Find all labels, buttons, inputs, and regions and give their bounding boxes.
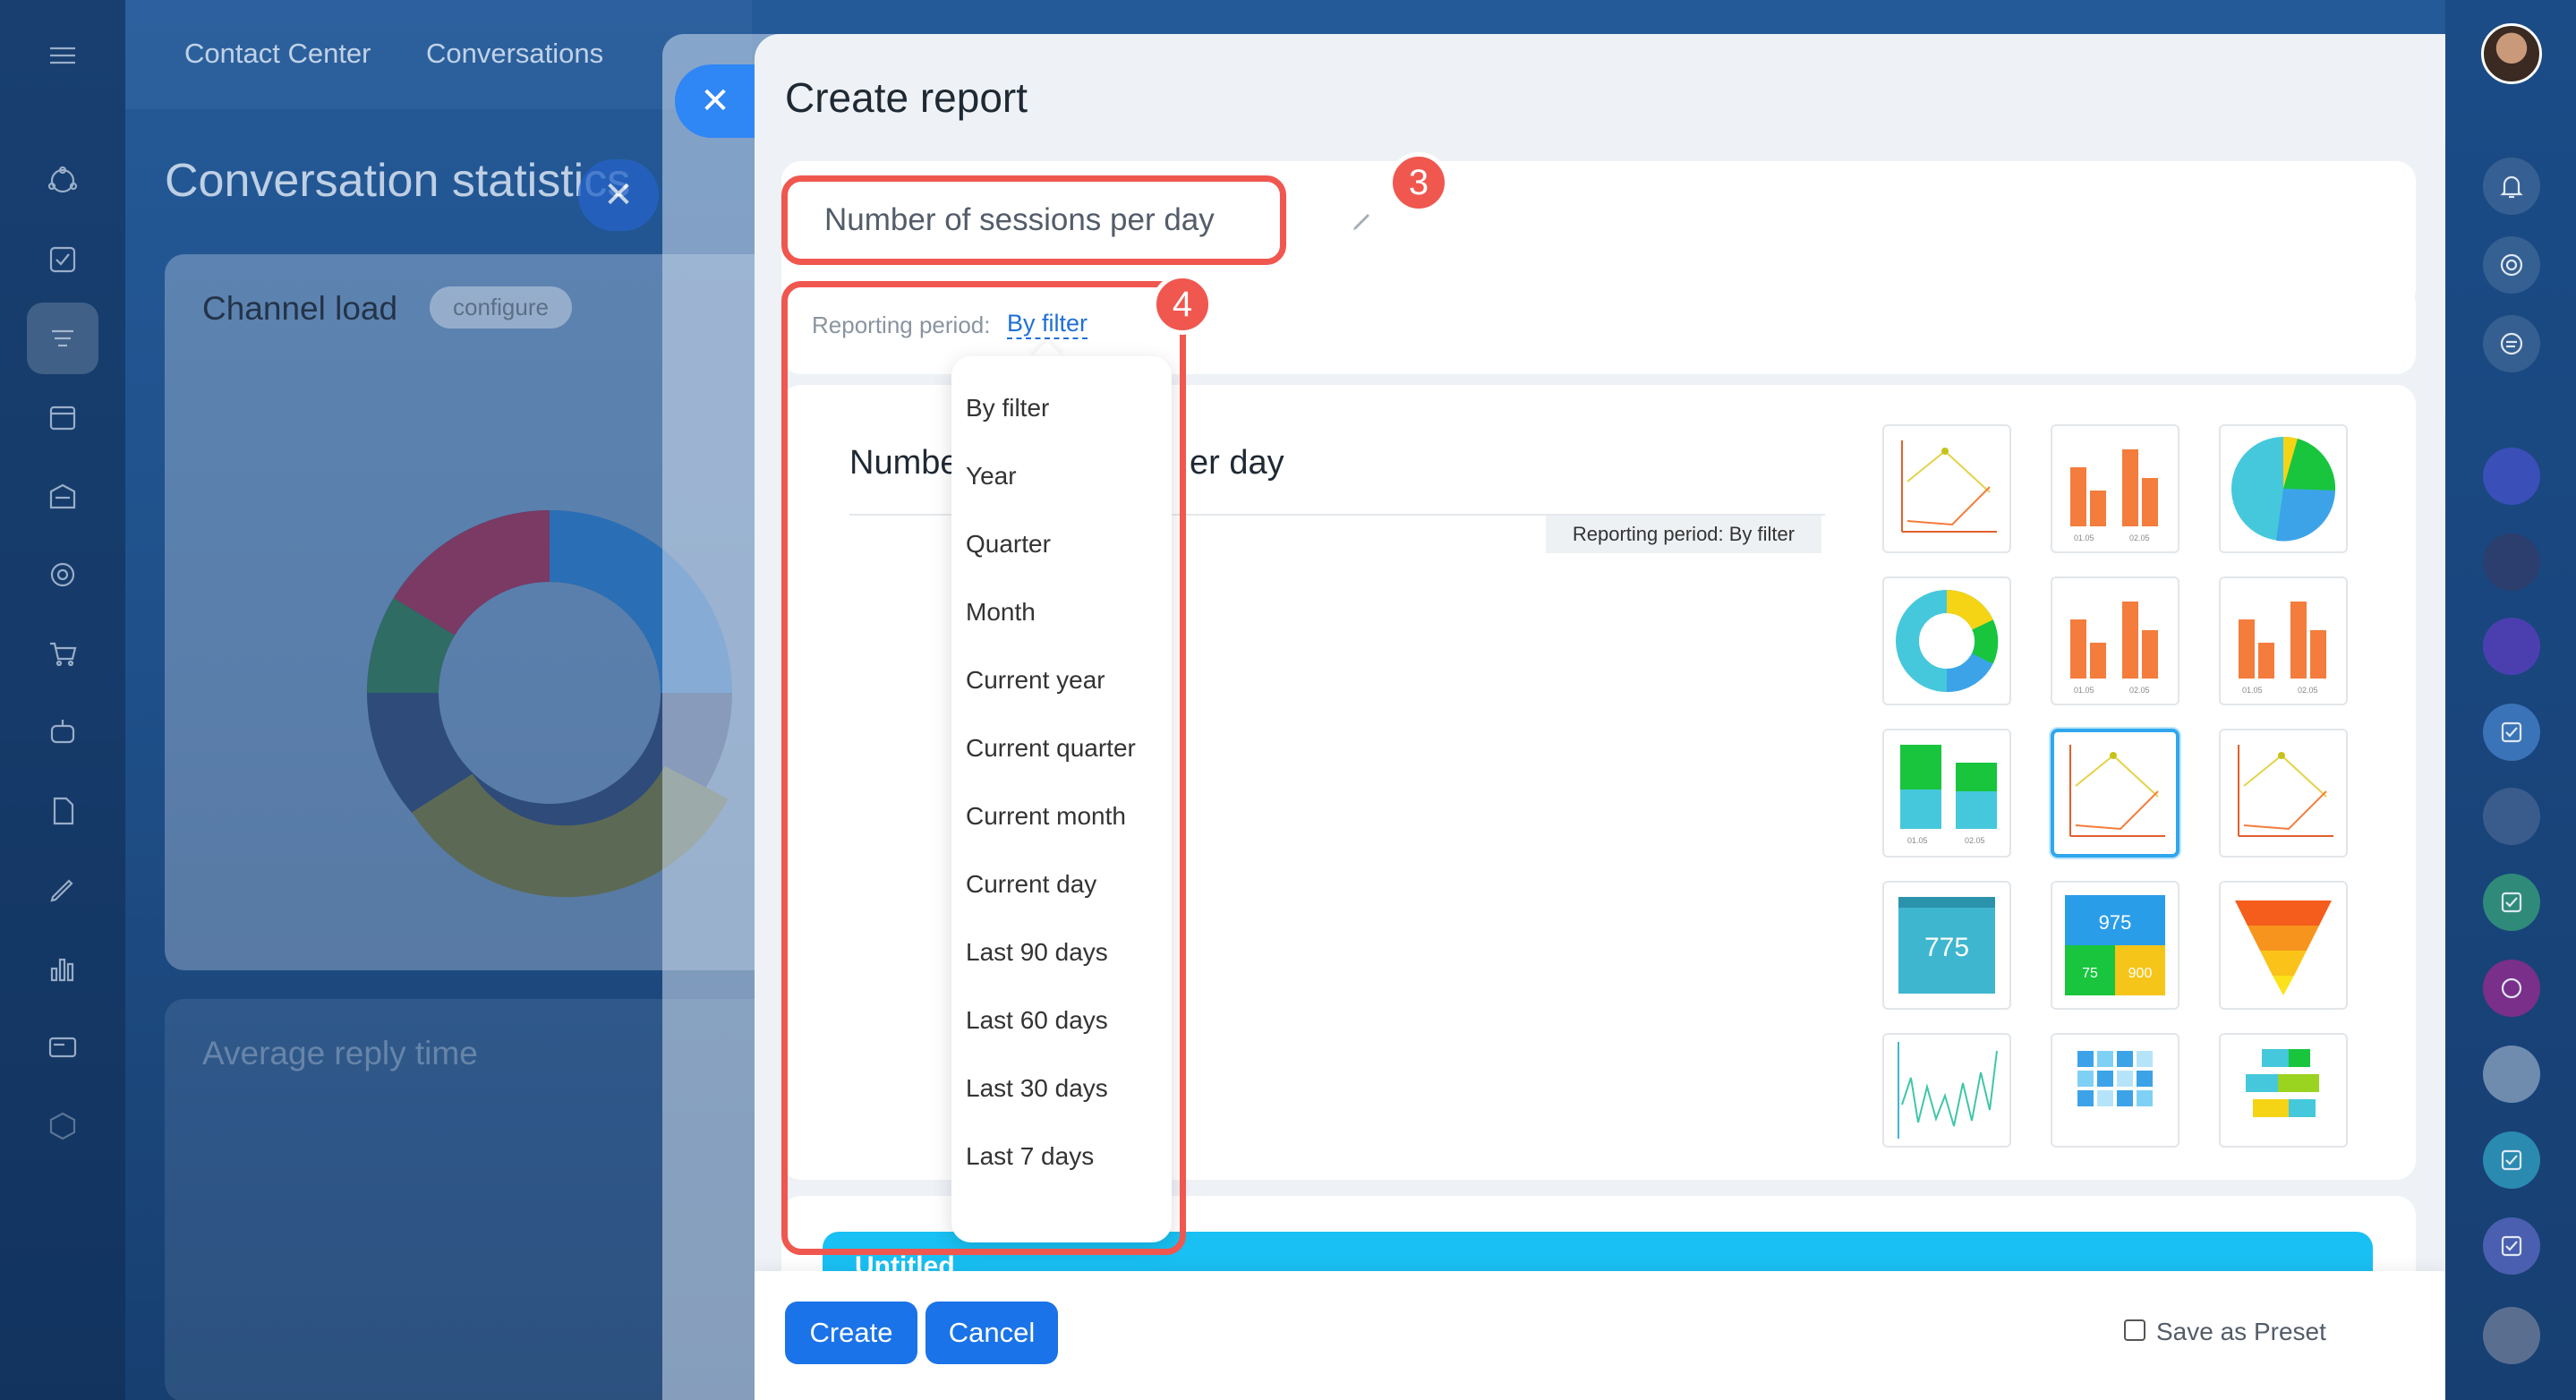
card-title: Average reply time: [202, 1035, 478, 1071]
chat-icon[interactable]: [2483, 315, 2540, 372]
configure-button[interactable]: configure: [430, 286, 572, 329]
widget-pie-chart[interactable]: [2219, 424, 2348, 553]
highlight-report-name: [781, 175, 1286, 265]
contact-avatar[interactable]: [2483, 448, 2540, 505]
widget-multi-number[interactable]: 975 75 900: [2051, 881, 2179, 1010]
calendar-icon[interactable]: [39, 394, 86, 440]
contact-avatar[interactable]: [2483, 618, 2540, 675]
create-button[interactable]: Create: [785, 1302, 917, 1364]
widget-bar-chart[interactable]: 01.05 02.05: [2051, 424, 2179, 553]
pencil-icon[interactable]: [1349, 208, 1376, 235]
svg-text:02.05: 02.05: [1965, 836, 1985, 845]
task-chat-icon[interactable]: [2483, 874, 2540, 931]
widget-line-chart-selected[interactable]: [2051, 729, 2179, 858]
save-preset-checkbox[interactable]: [2124, 1319, 2145, 1341]
shop-cart-icon[interactable]: [39, 630, 86, 677]
task-chat-icon[interactable]: [2483, 1131, 2540, 1189]
robot-icon[interactable]: [39, 709, 86, 755]
svg-text:02.05: 02.05: [2298, 686, 2318, 695]
save-preset-label[interactable]: Save as Preset: [2156, 1318, 2326, 1346]
support-icon[interactable]: [2483, 960, 2540, 1017]
widget-bar-chart-2[interactable]: 01.05 02.05: [2051, 576, 2179, 705]
menu-icon[interactable]: [39, 32, 86, 79]
marketing-icon[interactable]: [39, 551, 86, 598]
task-chat-icon[interactable]: [2483, 704, 2540, 761]
svg-text:01.05: 01.05: [2074, 686, 2094, 695]
widget-donut-chart[interactable]: [1882, 576, 2011, 705]
user-avatar[interactable]: [2481, 23, 2542, 84]
sign-icon[interactable]: [39, 866, 86, 913]
tasks-icon[interactable]: [39, 236, 86, 283]
top-navigation: Contact Center Conversations: [125, 0, 752, 109]
widget-bar-chart-3[interactable]: 01.05 02.05: [2219, 576, 2348, 705]
analytics-icon[interactable]: [39, 945, 86, 992]
preview-period-tag: Reporting period: By filter: [1546, 516, 1821, 553]
svg-text:01.05: 01.05: [1907, 836, 1928, 845]
contact-center-icon[interactable]: [39, 315, 86, 362]
cancel-button[interactable]: Cancel: [925, 1302, 1058, 1364]
widget-line-chart-2[interactable]: [2219, 729, 2348, 858]
svg-text:75: 75: [2082, 966, 2098, 981]
highlight-period-dropdown: [781, 281, 1186, 1255]
widget-number[interactable]: 775: [1882, 881, 2011, 1010]
bell-icon[interactable]: [2483, 158, 2540, 215]
svg-text:02.05: 02.05: [2129, 534, 2150, 542]
left-sidebar: [0, 0, 125, 1400]
widget-heatmap[interactable]: [2051, 1033, 2179, 1148]
step-badge: 3: [1388, 152, 1449, 213]
contact-avatar[interactable]: [2483, 1046, 2540, 1103]
dialog-title: Create report: [785, 74, 1028, 121]
svg-text:02.05: 02.05: [2129, 686, 2150, 695]
sales-icon[interactable]: [39, 1024, 86, 1071]
crm-icon[interactable]: [39, 158, 86, 204]
page-title: Conversation statistics: [165, 155, 631, 207]
svg-text:900: 900: [2128, 966, 2153, 981]
widget-funnel[interactable]: [2219, 881, 2348, 1010]
step-badge: 4: [1152, 274, 1213, 335]
inventory-icon[interactable]: [39, 1103, 86, 1149]
contact-avatar[interactable]: [2483, 788, 2540, 845]
task-chat-icon[interactable]: [2483, 1217, 2540, 1275]
svg-text:975: 975: [2099, 911, 2132, 934]
nav-tab-conversations[interactable]: Conversations: [426, 38, 603, 70]
widget-line-chart[interactable]: [1882, 424, 2011, 553]
contact-avatar[interactable]: [2483, 534, 2540, 591]
target-icon[interactable]: [2483, 236, 2540, 294]
close-icon[interactable]: ✕: [578, 159, 659, 231]
widget-stacked-bar-chart[interactable]: 01.05 02.05: [1882, 729, 2011, 858]
nav-tab-contact-center[interactable]: Contact Center: [184, 38, 371, 70]
sites-icon[interactable]: [39, 473, 86, 519]
documents-icon[interactable]: [39, 788, 86, 834]
svg-text:775: 775: [1924, 933, 1969, 962]
close-icon: ✕: [700, 81, 730, 121]
svg-text:01.05: 01.05: [2242, 686, 2263, 695]
widget-horizontal-bars[interactable]: [2219, 1033, 2348, 1148]
preview-title-end: er day: [1190, 444, 1284, 482]
create-report-dialog: Create report Number of sessions per day…: [755, 34, 2445, 1400]
group-avatar[interactable]: [2483, 1307, 2540, 1364]
card-title: Channel load: [202, 290, 398, 327]
widget-activity-chart[interactable]: [1882, 1033, 2011, 1148]
svg-text:01.05: 01.05: [2074, 534, 2094, 542]
